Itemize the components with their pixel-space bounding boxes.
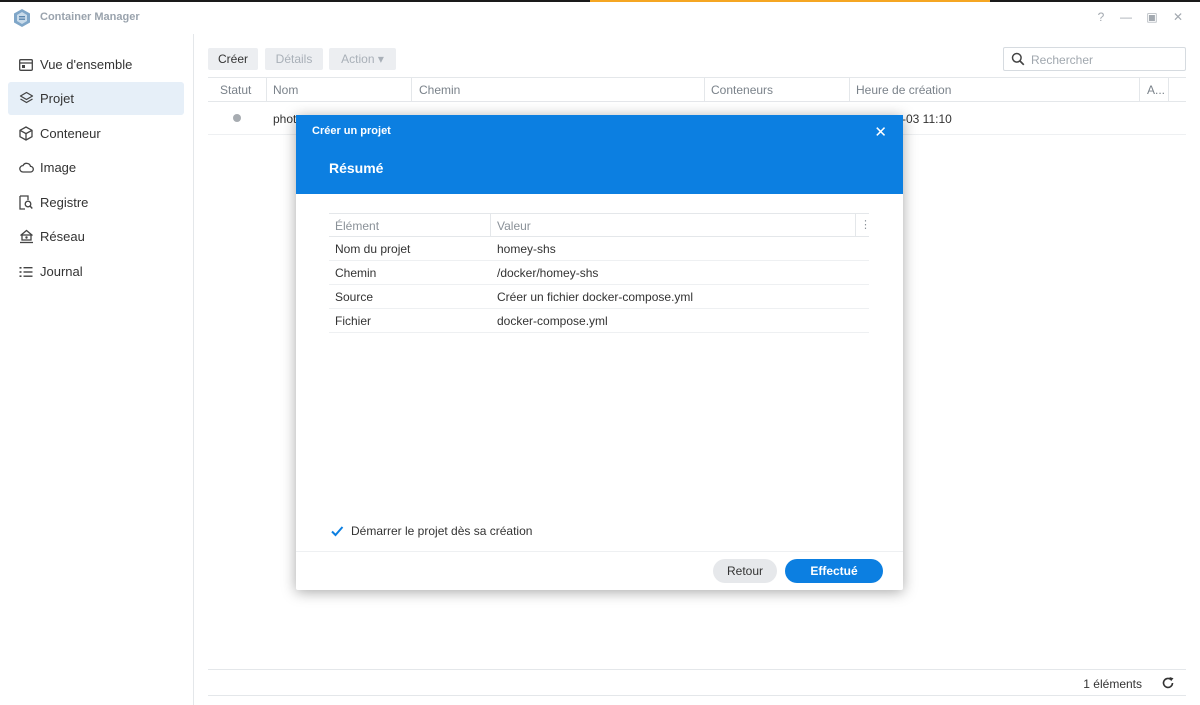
- help-icon[interactable]: ?: [1094, 10, 1108, 24]
- create-project-dialog: Créer un projet ✕ Résumé Élément Valeur …: [296, 115, 903, 590]
- summary-key: Source: [335, 290, 374, 304]
- summary-value: Créer un fichier docker-compose.yml: [497, 290, 694, 304]
- back-button[interactable]: Retour: [713, 559, 777, 583]
- app-title: Container Manager: [40, 11, 140, 23]
- summary-key: Fichier: [335, 314, 372, 328]
- container-manager-logo-icon: [14, 9, 30, 27]
- title-bar: Container Manager ? — ▣ ✕: [0, 2, 1200, 34]
- start-project-label[interactable]: Démarrer le projet dès sa création: [351, 524, 532, 538]
- dialog-footer-divider: [296, 551, 903, 552]
- dialog-title: Créer un projet: [312, 125, 391, 137]
- column-divider: [490, 214, 491, 237]
- summary-value: /docker/homey-shs: [497, 266, 599, 280]
- summary-key: Nom du projet: [335, 242, 411, 256]
- column-menu-icon[interactable]: ⋮: [860, 218, 871, 231]
- dialog-heading: Résumé: [329, 160, 384, 176]
- summary-table: Élément Valeur ⋮ Nom du projet homey-shs…: [329, 213, 871, 333]
- summary-row: Nom du projet homey-shs: [329, 237, 869, 261]
- summary-header: Élément Valeur ⋮: [329, 213, 871, 237]
- col-element[interactable]: Élément: [335, 219, 379, 233]
- close-window-icon[interactable]: ✕: [1171, 10, 1185, 24]
- summary-row: Source Créer un fichier docker-compose.y…: [329, 285, 869, 309]
- minimize-icon[interactable]: —: [1119, 10, 1133, 24]
- summary-row: Fichier docker-compose.yml: [329, 309, 869, 333]
- summary-row: Chemin /docker/homey-shs: [329, 261, 869, 285]
- summary-value: homey-shs: [497, 242, 556, 256]
- dialog-header: Créer un projet ✕ Résumé: [296, 115, 903, 194]
- close-icon[interactable]: ✕: [874, 123, 887, 141]
- summary-value: docker-compose.yml: [497, 314, 608, 328]
- maximize-icon[interactable]: ▣: [1145, 10, 1159, 24]
- col-value[interactable]: Valeur: [497, 219, 531, 233]
- start-project-checkbox[interactable]: [330, 524, 344, 538]
- column-divider: [855, 214, 856, 237]
- summary-key: Chemin: [335, 266, 377, 280]
- done-button[interactable]: Effectué: [785, 559, 883, 583]
